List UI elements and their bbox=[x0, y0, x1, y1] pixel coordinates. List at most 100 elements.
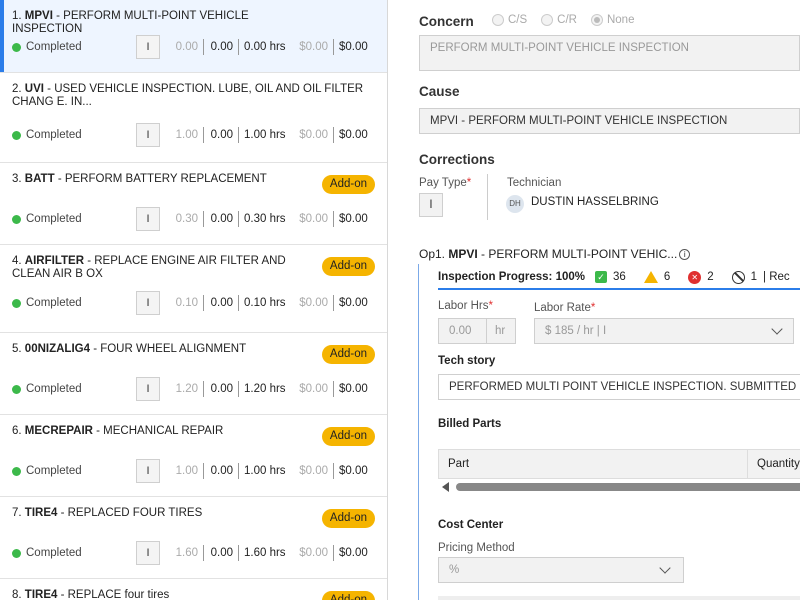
pay-type-box[interactable]: I bbox=[136, 207, 160, 231]
horizontal-scrollbar[interactable] bbox=[438, 481, 800, 493]
labor-amount: $0.00 bbox=[299, 213, 328, 225]
labor-hrs-value: 0.00 bbox=[449, 325, 472, 337]
addon-badge: Add-on bbox=[321, 175, 375, 194]
pay-type-box[interactable]: I bbox=[136, 377, 160, 401]
actual-hours: 0.00 bbox=[210, 213, 233, 225]
check-icon: ✓ bbox=[595, 271, 608, 283]
technician-name: DUSTIN HASSELBRING bbox=[531, 196, 659, 208]
billed-hours: 1.00 hrs bbox=[244, 465, 286, 477]
operation-title: 6. MECREPAIR - MECHANICAL REPAIR bbox=[12, 425, 224, 437]
avatar: DH bbox=[506, 195, 524, 213]
status-text: Completed bbox=[26, 547, 82, 559]
completed-status-dot bbox=[12, 298, 21, 308]
cost-center-label: Cost Center bbox=[438, 519, 504, 531]
operation-item-8[interactable]: 8. TIRE4 - REPLACE four tires Add-on bbox=[0, 579, 387, 600]
operation-item-5[interactable]: 5. 00NIZALIG4 - FOUR WHEEL ALIGNMENT Add… bbox=[0, 333, 387, 415]
sold-hours: 0.30 bbox=[175, 213, 198, 225]
cause-field[interactable]: MPVI - PERFORM MULTI-POINT VEHICLE INSPE… bbox=[419, 108, 800, 134]
operation-title: 3. BATT - PERFORM BATTERY REPLACEMENT bbox=[12, 173, 267, 185]
actual-hours: 0.00 bbox=[210, 465, 233, 477]
op-header: Op1. MPVI - PERFORM MULTI-POINT VEHIC...… bbox=[419, 247, 691, 261]
radio-none[interactable] bbox=[590, 14, 603, 26]
concern-type-radio-group: C/S C/R None bbox=[492, 14, 648, 26]
actual-hours: 0.00 bbox=[210, 383, 233, 395]
operation-item-3[interactable]: 3. BATT - PERFORM BATTERY REPLACEMENT Ad… bbox=[0, 163, 387, 245]
total-amount: $0.00 bbox=[339, 465, 368, 477]
billed-hours: 0.30 hrs bbox=[244, 213, 286, 225]
sold-hours: 0.10 bbox=[175, 297, 198, 309]
status-text: Completed bbox=[26, 213, 82, 225]
completed-status-dot bbox=[12, 384, 21, 394]
tech-story-field[interactable]: PERFORMED MULTI POINT VEHICLE INSPECTION… bbox=[438, 374, 800, 400]
pricing-method-select[interactable]: % bbox=[438, 557, 684, 583]
progress-label: Inspection Progress: bbox=[438, 271, 553, 283]
pay-type-box[interactable]: I bbox=[136, 541, 160, 565]
count-bad: 2 bbox=[707, 271, 714, 283]
sold-hours: 0.00 bbox=[175, 41, 198, 53]
actual-hours: 0.00 bbox=[210, 41, 233, 53]
labor-hrs-field[interactable]: 0.00 hr bbox=[438, 318, 516, 344]
sold-hours: 1.00 bbox=[175, 465, 198, 477]
pay-type-label: Pay Type* bbox=[419, 177, 472, 189]
radio-cr[interactable] bbox=[541, 14, 554, 26]
operation-item-1[interactable]: 1. MPVI - PERFORM MULTI-POINT VEHICLE IN… bbox=[0, 0, 387, 73]
operation-item-4[interactable]: 4. AIRFILTER - REPLACE ENGINE AIR FILTER… bbox=[0, 245, 387, 333]
labor-rate-label: Labor Rate* bbox=[534, 302, 596, 314]
pay-type-box[interactable]: I bbox=[136, 291, 160, 315]
total-amount: $0.00 bbox=[339, 41, 368, 53]
count-warn: 6 bbox=[663, 271, 671, 283]
pay-type-box[interactable]: I bbox=[136, 123, 160, 147]
billed-hours: 0.00 hrs bbox=[244, 41, 286, 53]
operation-title: 5. 00NIZALIG4 - FOUR WHEEL ALIGNMENT bbox=[12, 343, 247, 355]
operation-title: 2. UVI - USED VEHICLE INSPECTION. LUBE, … bbox=[12, 83, 364, 108]
concern-field[interactable]: PERFORM MULTI-POINT VEHICLE INSPECTION bbox=[419, 35, 800, 71]
not-applicable-icon bbox=[731, 270, 745, 284]
operation-title: 4. AIRFILTER - REPLACE ENGINE AIR FILTER… bbox=[12, 255, 286, 280]
radio-cs[interactable] bbox=[492, 14, 504, 26]
scroll-left-icon[interactable] bbox=[442, 482, 449, 492]
addon-badge: Add-on bbox=[321, 345, 375, 364]
scroll-thumb[interactable] bbox=[456, 483, 800, 491]
radio-none-label: None bbox=[606, 14, 635, 26]
pay-type-box[interactable]: I bbox=[136, 35, 160, 59]
corrections-label: Corrections bbox=[419, 152, 495, 167]
operation-item-7[interactable]: 7. TIRE4 - REPLACED FOUR TIRES Add-on Co… bbox=[0, 497, 387, 579]
addon-badge: Add-on bbox=[321, 257, 375, 276]
labor-amount: $0.00 bbox=[299, 465, 328, 477]
radio-cs-label: C/S bbox=[508, 14, 528, 26]
sold-hours: 1.00 bbox=[175, 129, 198, 141]
tech-story-label: Tech story bbox=[438, 355, 496, 367]
status-text: Completed bbox=[26, 297, 82, 309]
addon-badge: Add-on bbox=[321, 427, 375, 446]
inspection-progress: Inspection Progress: 100% ✓ 36 6 ✕ 2 1 | R… bbox=[438, 266, 800, 290]
status-text: Completed bbox=[26, 41, 82, 53]
info-icon[interactable]: i bbox=[679, 249, 691, 261]
addon-badge: Add-on bbox=[321, 591, 375, 600]
billed-hours: 1.20 hrs bbox=[244, 383, 286, 395]
completed-status-dot bbox=[12, 42, 21, 52]
col-part: Part bbox=[448, 458, 470, 470]
labor-amount: $0.00 bbox=[299, 41, 328, 53]
labor-rate-value: $ 185 / hr | I bbox=[545, 325, 607, 337]
status-text: Completed bbox=[26, 129, 82, 141]
completed-status-dot bbox=[12, 466, 21, 476]
labor-amount: $0.00 bbox=[299, 129, 328, 141]
error-icon: ✕ bbox=[688, 270, 702, 284]
radio-cr-label: C/R bbox=[557, 14, 577, 26]
pay-type-box[interactable]: I bbox=[136, 459, 160, 483]
chevron-down-icon bbox=[659, 562, 671, 574]
operation-item-6[interactable]: 6. MECREPAIR - MECHANICAL REPAIR Add-on … bbox=[0, 415, 387, 497]
cause-label: Cause bbox=[419, 84, 460, 99]
chevron-down-icon bbox=[771, 323, 783, 335]
operation-item-2[interactable]: 2. UVI - USED VEHICLE INSPECTION. LUBE, … bbox=[0, 73, 387, 163]
labor-rate-select[interactable]: $ 185 / hr | I bbox=[534, 318, 794, 344]
billed-hours: 0.10 hrs bbox=[244, 297, 286, 309]
billed-hours: 1.00 hrs bbox=[244, 129, 286, 141]
completed-status-dot bbox=[12, 130, 21, 140]
count-ok: 36 bbox=[613, 271, 626, 283]
total-amount: $0.00 bbox=[339, 547, 368, 559]
labor-amount: $0.00 bbox=[299, 383, 328, 395]
labor-amount: $0.00 bbox=[299, 547, 328, 559]
pay-type-field[interactable]: I bbox=[419, 193, 443, 217]
count-na: 1 bbox=[750, 271, 758, 283]
